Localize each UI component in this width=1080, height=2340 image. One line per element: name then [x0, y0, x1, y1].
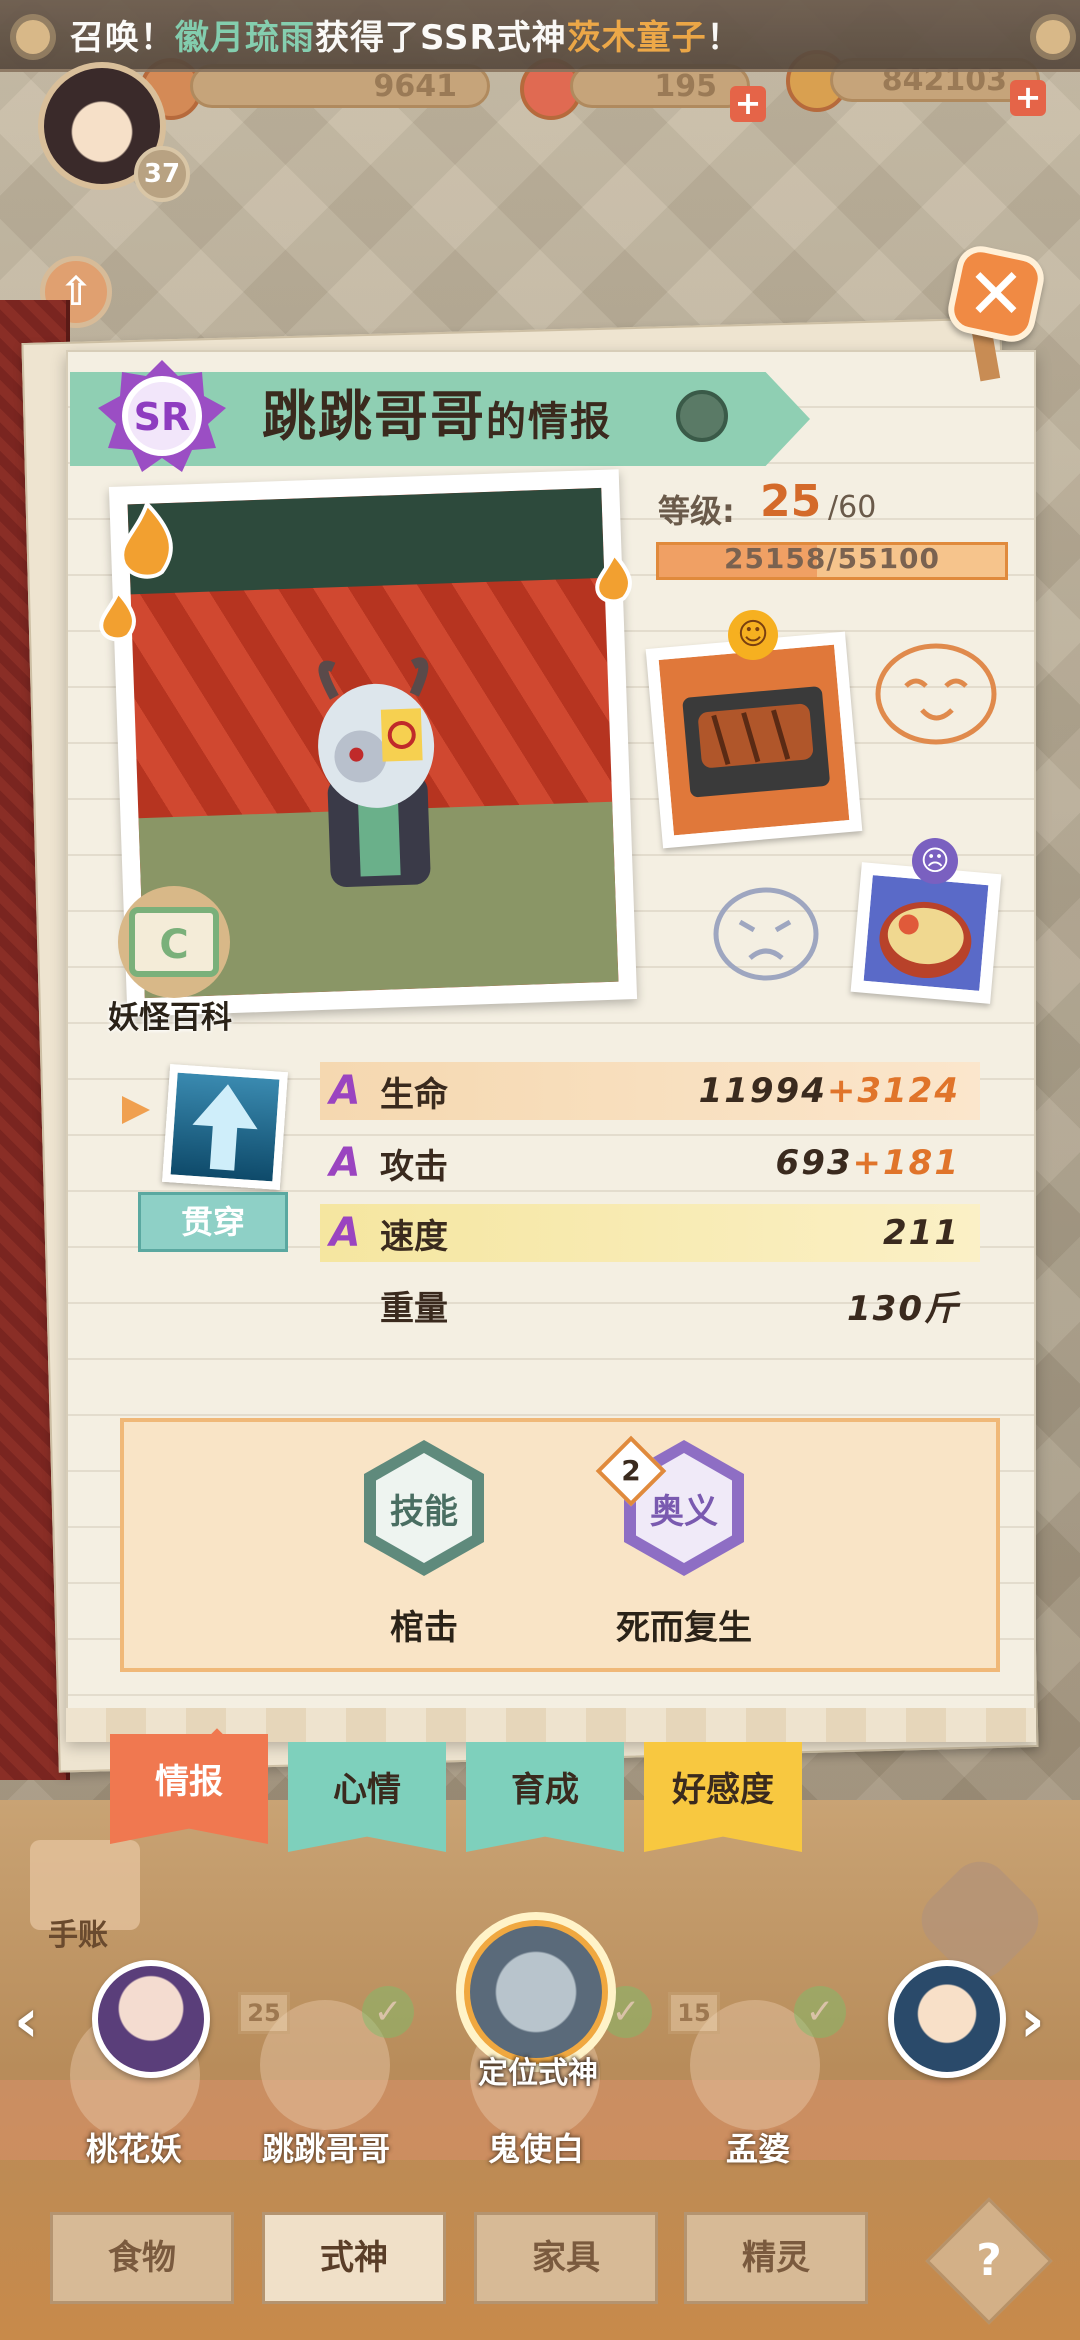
skill-level-number: 2 — [621, 1454, 641, 1487]
disliked-food-card[interactable] — [850, 862, 1002, 1004]
title-suffix: 的情报 — [486, 399, 612, 445]
shikigami-name[interactable]: 跳跳哥哥 — [226, 2124, 426, 2170]
flower-ornament-icon — [1036, 20, 1070, 54]
level-label: 等级: — [658, 492, 735, 530]
skill-icon-label: 技能 — [376, 1453, 472, 1563]
fire-ornament-icon — [595, 552, 632, 604]
pierce-trait-icon[interactable] — [162, 1064, 288, 1190]
stat-row-hp: A 生命 11994+3124 — [320, 1062, 980, 1120]
liked-food-card[interactable] — [645, 631, 863, 849]
stat-grade: A — [329, 1140, 361, 1186]
stat-name: 速度 — [380, 1216, 448, 1257]
skill-name: 棺击 — [390, 1608, 458, 1648]
stat-row-attack: A 攻击 693+181 — [320, 1134, 980, 1192]
stat-name: 攻击 — [380, 1146, 448, 1187]
handbook-label[interactable]: 手账 — [48, 1910, 108, 1954]
happy-doodle-icon — [875, 643, 997, 745]
player-level-badge: 37 — [134, 146, 190, 202]
tab-favorability[interactable]: 好感度 — [644, 1742, 802, 1852]
flower-ornament-icon — [16, 20, 50, 54]
previous-shikigami-avatar[interactable] — [92, 1960, 210, 2078]
dislike-emoji-icon: ☹ — [912, 838, 958, 884]
stat-value: 693+181 — [775, 1143, 960, 1183]
rarity-badge-icon: SR — [98, 360, 226, 472]
bottom-tab-food[interactable]: 食物 — [50, 2212, 234, 2304]
level-value: 25 — [760, 476, 822, 527]
tab-info[interactable]: 情报 — [110, 1734, 268, 1844]
bottom-tab-furniture[interactable]: 家具 — [474, 2212, 658, 2304]
announcement-suffix: ！ — [706, 18, 742, 58]
level-max: /60 — [828, 490, 877, 525]
ultimate-name: 死而复生 — [616, 1608, 752, 1648]
stat-name: 重量 — [380, 1288, 448, 1329]
shikigami-name[interactable]: 鬼使白 — [436, 2124, 636, 2170]
check-icon: ✓ — [362, 1986, 414, 2038]
edit-name-pencil-icon[interactable] — [676, 390, 728, 442]
angry-doodle-icon — [713, 887, 819, 981]
add-magatama-button[interactable]: + — [730, 86, 766, 122]
announcement-prefix: 召唤！ — [70, 18, 175, 58]
chevron-left-icon[interactable]: ‹ — [14, 1986, 39, 2056]
stat-value: 130斤 — [847, 1288, 960, 1329]
tab-training[interactable]: 育成 — [466, 1742, 624, 1852]
bottom-tab-shikigami[interactable]: 式神 — [262, 2212, 446, 2304]
arrow-decoration-icon — [122, 1096, 150, 1124]
stat-row-weight: 重量 130斤 — [320, 1276, 980, 1334]
current-shikigami-avatar[interactable] — [470, 1926, 602, 2058]
encyclopedia-book-icon[interactable]: C — [96, 880, 256, 1000]
fire-ornament-icon — [99, 590, 136, 642]
like-emoji-icon: ☺ — [728, 610, 778, 660]
card-title: 跳跳哥哥的情报 — [262, 372, 612, 462]
seafood-bowl-icon — [863, 875, 989, 991]
shikigami-level: 15 — [668, 1992, 720, 2034]
experience-text: 25158/55100 — [723, 542, 941, 575]
tab-mood[interactable]: 心情 — [288, 1742, 446, 1852]
shikigami-name[interactable]: 孟婆 — [658, 2124, 858, 2170]
close-icon[interactable]: ✕ — [952, 250, 1040, 338]
shikigami-name: 跳跳哥哥 — [262, 385, 486, 448]
stat-row-speed: A 速度 211 — [320, 1204, 980, 1262]
chevron-right-icon[interactable]: › — [1020, 1986, 1045, 2056]
stat-name: 生命 — [380, 1074, 448, 1115]
stat-grade: A — [329, 1068, 361, 1114]
system-announcement-marquee: 召唤！ 徽月琉雨 获得了SSR式神 茨木童子！ — [0, 0, 1080, 72]
shikigami-level: 25 — [238, 1992, 290, 2034]
fire-ornament-icon — [120, 500, 173, 579]
locate-shikigami-label[interactable]: 定位式神 — [458, 2048, 618, 2100]
skills-panel — [120, 1418, 1000, 1672]
stat-grade: A — [329, 1210, 361, 1256]
question-mark-icon[interactable]: ? — [944, 2216, 1034, 2306]
svg-text:C: C — [159, 922, 188, 968]
bottom-tab-spirit[interactable]: 精灵 — [684, 2212, 868, 2304]
next-shikigami-avatar[interactable] — [888, 1960, 1006, 2078]
announcement-middle: 获得了SSR式神 — [315, 18, 567, 58]
shikigami-character-image — [318, 657, 435, 888]
stat-value: 11994+3124 — [698, 1071, 960, 1111]
check-icon: ✓ — [794, 1986, 846, 2038]
add-coin-button[interactable]: + — [1010, 80, 1046, 116]
grilled-fish-icon — [658, 644, 850, 836]
encyclopedia-label[interactable]: 妖怪百科 — [108, 992, 232, 1037]
rarity-text: SR — [134, 395, 191, 439]
stat-value: 211 — [883, 1213, 960, 1253]
trait-label: 贯穿 — [138, 1192, 288, 1252]
announcement-player: 徽月琉雨 — [175, 18, 315, 58]
shikigami-name[interactable]: 桃花妖 — [34, 2124, 234, 2170]
announcement-shikigami: 茨木童子 — [566, 18, 707, 58]
